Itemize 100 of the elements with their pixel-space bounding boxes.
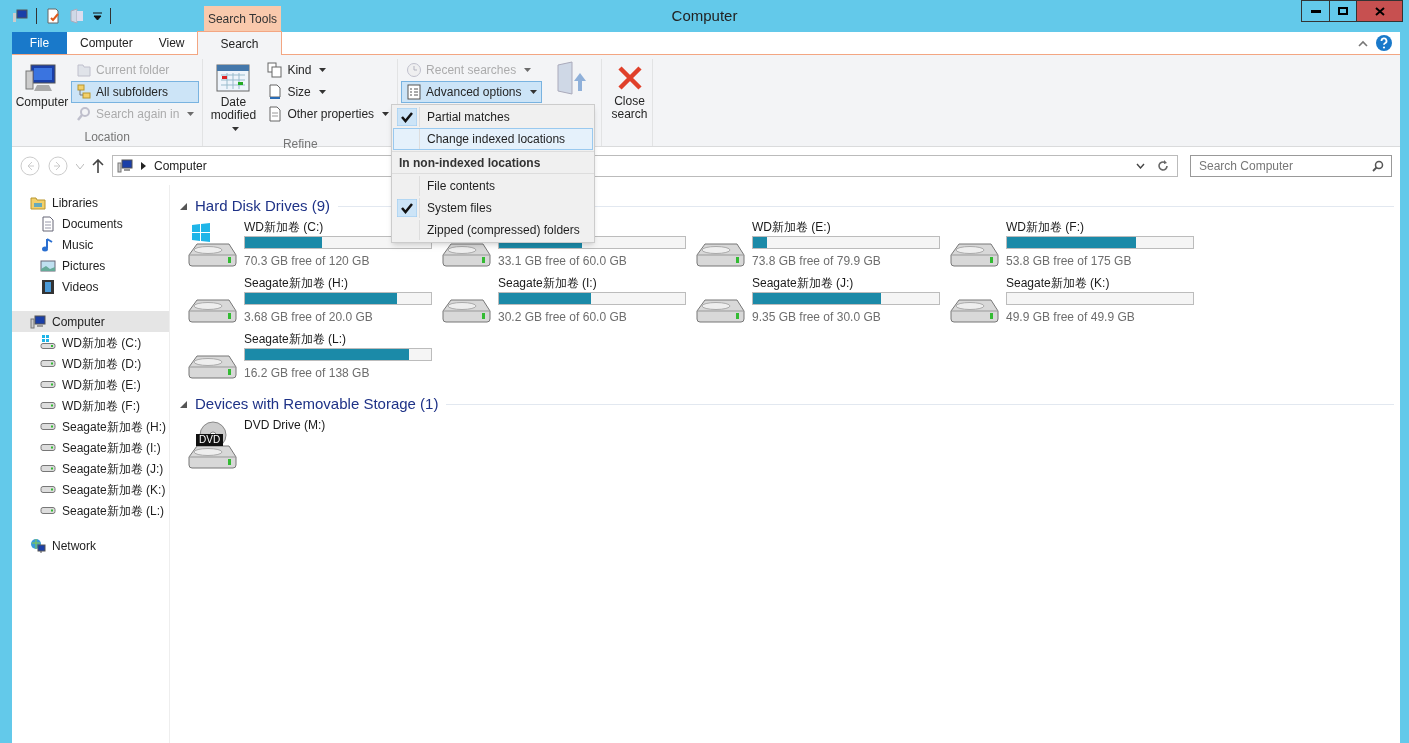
document-icon (267, 84, 284, 100)
drive-name[interactable]: Seagate新加卷 (H:) (244, 275, 432, 291)
list-icon (406, 84, 423, 100)
menu-item[interactable]: Partial matches (393, 106, 593, 128)
nav-item[interactable]: Seagate新加卷 (K:) (12, 479, 169, 500)
file-types-icon (267, 62, 284, 78)
dropdown-caret-icon (231, 126, 239, 131)
chevron-down-icon[interactable] (1136, 163, 1145, 169)
menu-header: In non-indexed locations (392, 151, 594, 174)
nav-item[interactable]: Computer (12, 311, 169, 332)
checkmark-icon (396, 108, 417, 126)
nav-item[interactable]: Seagate新加卷 (L:) (12, 500, 169, 521)
nav-item[interactable]: Network (12, 535, 169, 556)
dropdown-caret-icon (319, 68, 327, 72)
drive-icon (188, 298, 238, 323)
nav-item[interactable]: Documents (12, 213, 169, 234)
clock-icon (406, 62, 423, 78)
drive-icon (442, 298, 492, 323)
folders-icon (76, 84, 92, 100)
search-field[interactable]: Search Computer (1190, 155, 1392, 177)
ribbon-large-button[interactable]: Date modified (206, 59, 261, 135)
nav-item[interactable]: Music (12, 234, 169, 255)
ribbon-tab[interactable]: Computer (67, 32, 146, 54)
checkmark-icon (396, 199, 417, 217)
collapse-triangle-icon[interactable] (180, 400, 187, 408)
ribbon-large-button[interactable]: Computer (15, 59, 69, 128)
document-check-icon[interactable] (45, 8, 61, 24)
drive-icon (696, 298, 746, 323)
menu-item[interactable]: Change indexed locations (393, 128, 593, 150)
ribbon-button[interactable]: Kind (262, 59, 395, 81)
drive-icon (950, 242, 1000, 267)
free-space-text: 33.1 GB free of 60.0 GB (498, 253, 628, 270)
ribbon-tab[interactable]: View (145, 32, 198, 54)
nav-item[interactable]: WD新加卷 (E:) (12, 374, 169, 395)
section-header[interactable]: Devices with Removable Storage (1) (195, 392, 439, 416)
nav-item[interactable]: Pictures (12, 255, 169, 276)
drive-icon (40, 360, 56, 367)
ribbon-tab[interactable]: Search (197, 31, 282, 55)
close-search-button[interactable]: Close search (604, 59, 649, 121)
up-arrow-icon[interactable] (92, 159, 104, 173)
free-space-text: 49.9 GB free of 49.9 GB (1006, 309, 1136, 326)
dropdown-caret-icon (318, 90, 326, 94)
nav-item[interactable]: Seagate新加卷 (H:) (12, 416, 169, 437)
group-label: Location (83, 129, 131, 146)
nav-item[interactable]: Libraries (12, 192, 169, 213)
close-button[interactable] (1356, 0, 1403, 22)
nav-item[interactable]: Seagate新加卷 (J:) (12, 458, 169, 479)
computer-icon[interactable] (12, 8, 28, 24)
refresh-icon[interactable] (1157, 160, 1169, 172)
nav-item[interactable]: WD新加卷 (C:) (12, 332, 169, 353)
ribbon-button[interactable]: Advanced options (401, 81, 542, 103)
drive-name[interactable]: Seagate新加卷 (L:) (244, 331, 432, 347)
free-space-text: 73.8 GB free of 79.9 GB (752, 253, 882, 270)
nav-item[interactable]: WD新加卷 (D:) (12, 353, 169, 374)
nav-item[interactable]: Seagate新加卷 (I:) (12, 437, 169, 458)
menu-item[interactable]: File contents (393, 175, 593, 197)
nav-item[interactable]: WD新加卷 (F:) (12, 395, 169, 416)
document-icon (40, 215, 56, 232)
minimize-button[interactable] (1301, 0, 1330, 22)
ribbon-button[interactable]: Other properties (262, 103, 395, 125)
dropdown-caret-icon (529, 90, 537, 94)
document-icon (267, 106, 284, 122)
drive-name[interactable]: DVD Drive (M:) (244, 417, 326, 433)
drive-name[interactable]: Seagate新加卷 (K:) (1006, 275, 1194, 291)
breadcrumb-item[interactable]: Computer (154, 157, 207, 175)
ribbon-button[interactable]: All subfolders (71, 81, 200, 103)
free-space-text: 70.3 GB free of 120 GB (244, 253, 371, 270)
free-space-text: 16.2 GB free of 138 GB (244, 365, 371, 382)
collapse-ribbon-icon[interactable] (1358, 39, 1368, 47)
window-title: Computer (671, 5, 738, 26)
drive-name[interactable]: Seagate新加卷 (J:) (752, 275, 940, 291)
dropdown-caret-icon (524, 68, 532, 72)
search-icon (1372, 160, 1384, 172)
menu-item[interactable]: System files (393, 197, 593, 219)
drive-name[interactable]: WD新加卷 (E:) (752, 219, 940, 235)
magnifier-icon (76, 106, 92, 122)
help-icon[interactable] (1376, 35, 1392, 51)
close-icon (616, 65, 643, 91)
computer-icon (30, 313, 46, 330)
dvd-label: DVD (196, 434, 224, 446)
drive-icon (40, 465, 56, 472)
film-strip-icon (40, 278, 56, 295)
collapse-triangle-icon[interactable] (180, 202, 187, 210)
drive-icon (950, 298, 1000, 323)
breadcrumb-arrow-icon[interactable] (141, 162, 146, 170)
drive-icon (188, 354, 238, 379)
customize-dropdown-icon[interactable] (93, 12, 102, 20)
nav-item[interactable]: Videos (12, 276, 169, 297)
section-header[interactable]: Hard Disk Drives (9) (195, 194, 330, 218)
drive-name[interactable]: Seagate新加卷 (I:) (498, 275, 686, 291)
picture-icon (40, 257, 56, 274)
drive-name[interactable]: WD新加卷 (F:) (1006, 219, 1194, 235)
calendar-icon (216, 63, 251, 93)
computer-icon (117, 158, 133, 174)
drive-icon (696, 242, 746, 267)
computer-icon (25, 63, 59, 93)
windows-drive-icon (40, 335, 56, 350)
ribbon-tab[interactable]: File (12, 32, 67, 54)
ribbon-button[interactable]: Size (262, 81, 395, 103)
menu-item[interactable]: Zipped (compressed) folders (393, 219, 593, 241)
